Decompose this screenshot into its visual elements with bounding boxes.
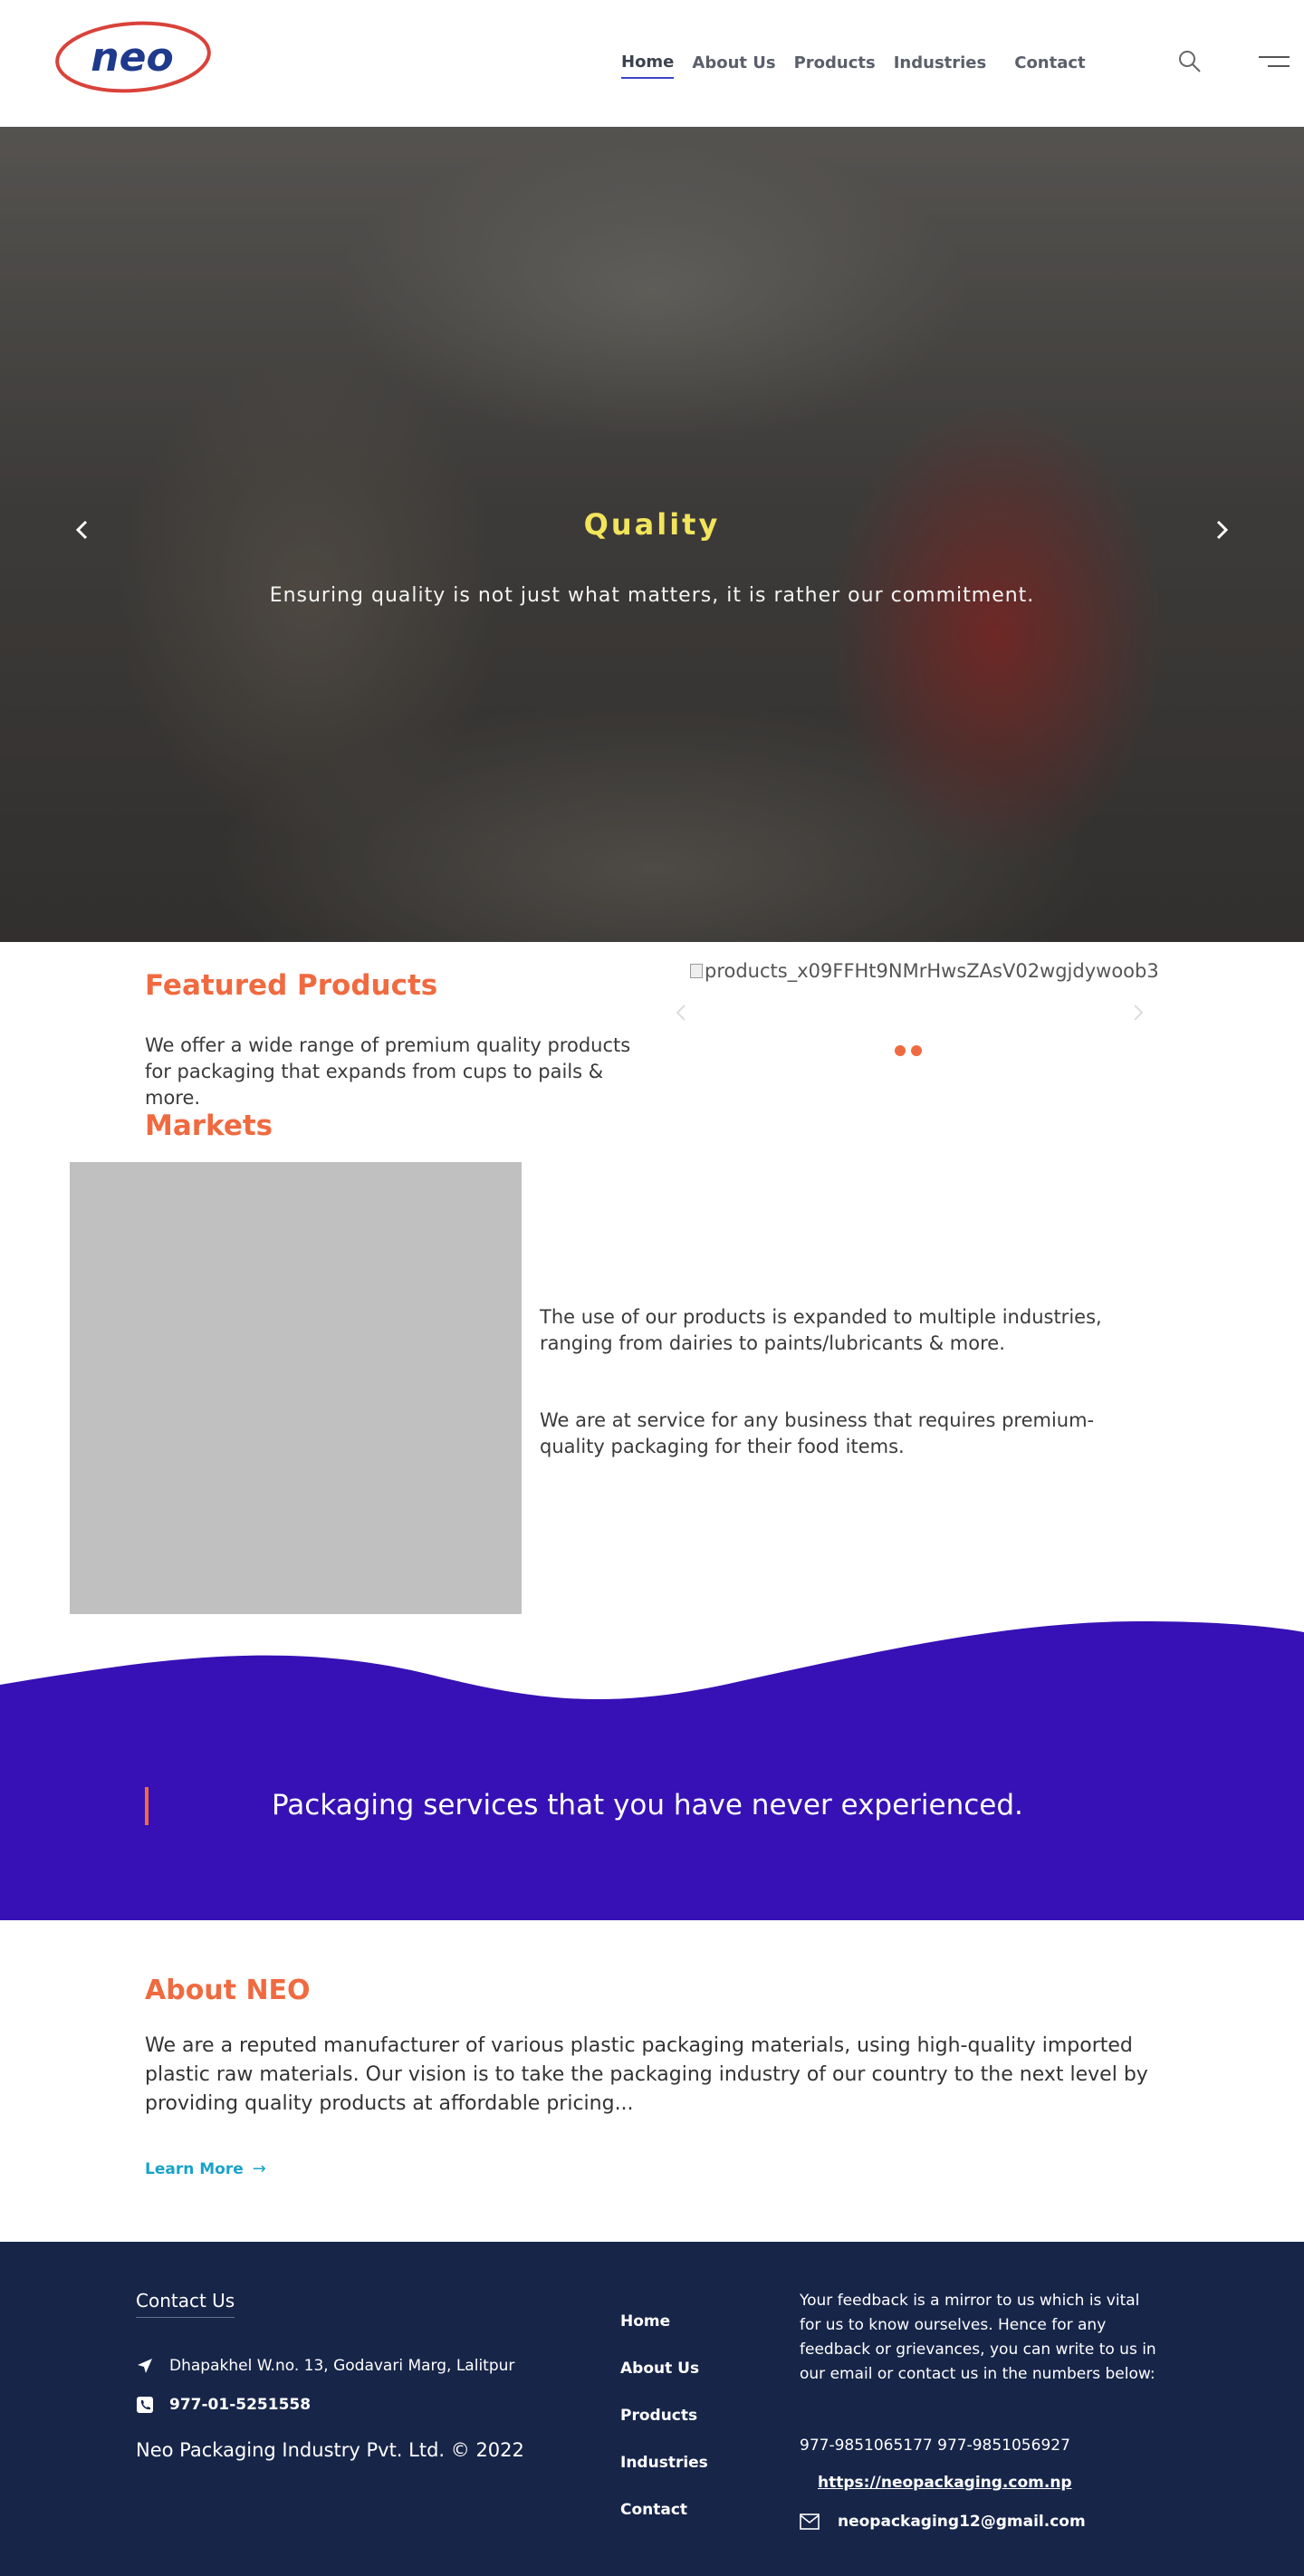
carousel-dot[interactable]: [911, 1045, 922, 1056]
footer-email[interactable]: neopackaging12@gmail.com: [800, 2513, 1086, 2531]
site-footer: Contact Us Dhapakhel W.no. 13, Godavari …: [0, 2242, 1304, 2576]
hero-title: Quality: [583, 507, 721, 542]
footer-phone-numbers: 977-9851065177 977-9851056927: [800, 2437, 1070, 2455]
search-icon[interactable]: [1177, 49, 1203, 74]
envelope-icon: [800, 2514, 820, 2530]
footer-link-contact[interactable]: Contact: [620, 2501, 708, 2548]
nav-industries[interactable]: Industries: [894, 53, 987, 78]
featured-product-image: products_x09FFHt9NMrHwsZAsV02wgjdywoob3: [690, 960, 1159, 982]
neo-logo[interactable]: neo: [54, 20, 213, 94]
footer-links: Home About Us Products Industries Contac…: [620, 2312, 708, 2548]
footer-link-about-us[interactable]: About Us: [620, 2360, 708, 2407]
footer-copyright: Neo Packaging Industry Pvt. Ltd. © 2022: [136, 2439, 524, 2461]
footer-link-industries[interactable]: Industries: [620, 2454, 708, 2501]
learn-more-link[interactable]: Learn More →: [145, 2159, 266, 2178]
banner-accent-bar: [145, 1787, 149, 1825]
page: neo Home About Us Products Industries Co…: [0, 0, 1304, 2576]
wave-banner: [0, 1621, 1304, 1920]
nav-home[interactable]: Home: [621, 53, 675, 79]
banner-text: Packaging services that you have never e…: [272, 1789, 1023, 1821]
carousel-next-icon[interactable]: [1132, 1003, 1145, 1023]
learn-more-label: Learn More: [145, 2159, 244, 2178]
footer-website-link[interactable]: https://neopackaging.com.np: [818, 2474, 1072, 2492]
footer-phone[interactable]: 977-01-5251558: [136, 2396, 311, 2414]
chevron-right-icon[interactable]: [1208, 516, 1235, 543]
carousel-dot[interactable]: [895, 1045, 906, 1056]
footer-contact-title: Contact Us: [136, 2290, 235, 2318]
markets-text-1: The use of our products is expanded to m…: [540, 1306, 1102, 1354]
footer-email-text: neopackaging12@gmail.com: [838, 2513, 1086, 2531]
about-text: We are a reputed manufacturer of various…: [145, 2034, 1148, 2115]
footer-address-text: Dhapakhel W.no. 13, Godavari Marg, Lalit…: [169, 2357, 515, 2375]
markets-image: [70, 1162, 522, 1614]
menu-icon[interactable]: [1259, 56, 1290, 69]
footer-link-products[interactable]: Products: [620, 2407, 708, 2454]
nav-contact[interactable]: Contact: [1014, 53, 1085, 78]
site-header: neo Home About Us Products Industries Co…: [0, 0, 1304, 127]
phone-icon: [137, 2397, 153, 2413]
footer-address: Dhapakhel W.no. 13, Godavari Marg, Lalit…: [136, 2357, 514, 2375]
logo-text: neo: [91, 34, 173, 81]
nav-about-us[interactable]: About Us: [692, 53, 775, 78]
featured-products-text: We offer a wide range of premium quality…: [145, 1034, 631, 1109]
hero-subtitle: Ensuring quality is not just what matter…: [269, 584, 1035, 607]
about-title: About NEO: [145, 1975, 311, 2006]
markets-title: Markets: [145, 1110, 273, 1142]
arrow-right-icon: →: [252, 2159, 266, 2178]
image-alt-text: products_x09FFHt9NMrHwsZAsV02wgjdywoob3: [705, 960, 1159, 982]
hero-slider: Quality Ensuring quality is not just wha…: [0, 127, 1304, 942]
footer-feedback-text: Your feedback is a mirror to us which is…: [800, 2292, 1156, 2383]
featured-products-title: Featured Products: [145, 969, 438, 1002]
broken-image-icon: [690, 964, 703, 978]
footer-link-home[interactable]: Home: [620, 2312, 708, 2360]
main-nav: Home About Us Products Industries Contac…: [621, 53, 1086, 79]
carousel-prev-icon[interactable]: [675, 1003, 687, 1023]
carousel-dots: [895, 1045, 927, 1056]
markets-text-2: We are at service for any business that …: [540, 1409, 1095, 1457]
location-arrow-icon: [138, 2359, 152, 2373]
nav-products[interactable]: Products: [794, 53, 876, 78]
footer-phone-text: 977-01-5251558: [169, 2396, 312, 2414]
